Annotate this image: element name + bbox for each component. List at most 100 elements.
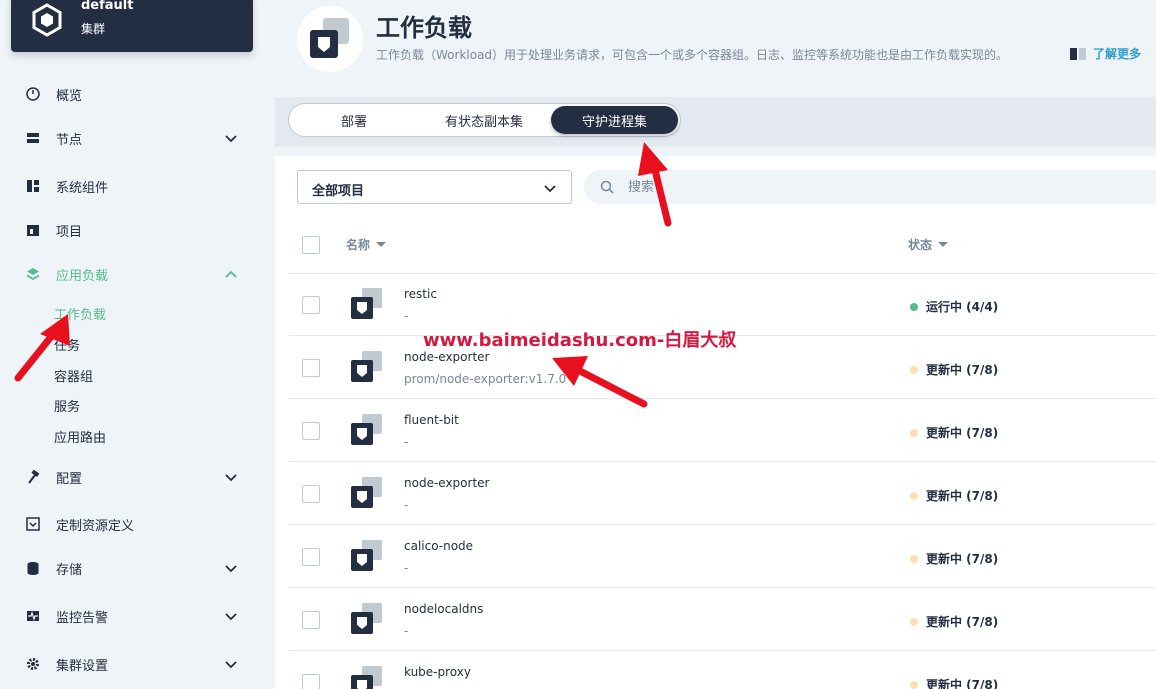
search-bar xyxy=(584,170,1156,204)
project-select[interactable]: 全部项目 xyxy=(297,170,572,204)
status-text: 更新中 (7/8) xyxy=(926,426,999,440)
workload-name-link[interactable]: fluent-bit xyxy=(404,413,459,427)
tab-statefulsets[interactable]: 有状态副本集 xyxy=(419,106,549,134)
sidebar-item-crd[interactable]: 定制资源定义 xyxy=(0,508,274,540)
page-title: 工作负载 xyxy=(376,14,472,42)
workload-image: - xyxy=(404,309,409,323)
sidebar-item-workloads[interactable]: 应用负载 xyxy=(0,258,274,290)
row-checkbox[interactable] xyxy=(302,611,320,629)
workload-name-link[interactable]: kube-proxy xyxy=(404,665,471,679)
status-text: 更新中 (7/8) xyxy=(926,615,999,629)
layers-icon xyxy=(27,268,39,280)
cluster-card[interactable]: default 集群 xyxy=(11,0,253,52)
status-dot-icon xyxy=(910,491,918,500)
table-row[interactable]: kube-proxy 更新中 (7/8) xyxy=(289,652,1156,689)
tab-deployments[interactable]: 部署 xyxy=(291,106,417,134)
sidebar-item-cluster-settings[interactable]: 集群设置 xyxy=(0,648,274,680)
status-dot-icon xyxy=(910,617,918,626)
table-header: 名称 状态 xyxy=(289,216,1156,274)
watermark-text: www.baimeidashu.com-白眉大叔 xyxy=(423,330,737,351)
project-icon xyxy=(27,225,39,236)
status-text: 更新中 (7/8) xyxy=(926,678,999,689)
workload-image: - xyxy=(404,624,409,638)
sidebar-item-label: 集群设置 xyxy=(56,659,109,674)
status-dot-icon xyxy=(910,428,918,437)
gear-icon xyxy=(27,658,39,670)
status-text: 更新中 (7/8) xyxy=(926,489,999,503)
status-dot-icon xyxy=(910,680,918,689)
sidebar-item-nodes[interactable]: 节点 xyxy=(0,122,274,154)
sidebar-item-config[interactable]: 配置 xyxy=(0,461,274,493)
workload-badge xyxy=(297,6,363,72)
hammer-icon xyxy=(28,470,40,484)
workload-icon xyxy=(351,288,382,319)
sidebar-subitem-jobs[interactable]: 任务 xyxy=(54,335,80,354)
workload-name-link[interactable]: node-exporter xyxy=(404,350,489,364)
sidebar-item-label: 定制资源定义 xyxy=(56,519,135,534)
workload-icon xyxy=(351,351,382,382)
workload-icon xyxy=(351,414,382,445)
sidebar-item-label: 配置 xyxy=(56,472,83,487)
sidebar-subitem-workloads[interactable]: 工作负载 xyxy=(54,304,106,323)
tab-daemonsets[interactable]: 守护进程集 xyxy=(551,106,678,134)
row-checkbox[interactable] xyxy=(302,485,320,503)
sidebar-subitem-pods[interactable]: 容器组 xyxy=(54,366,93,385)
tabs-bar: 部署 有状态副本集 守护进程集 xyxy=(275,97,1156,147)
row-checkbox[interactable] xyxy=(302,359,320,377)
sort-caret-icon xyxy=(376,242,387,247)
status-badge: 更新中 (7/8) xyxy=(910,613,998,630)
select-all-checkbox[interactable] xyxy=(302,236,320,254)
status-dot-icon xyxy=(910,302,918,311)
status-text: 更新中 (7/8) xyxy=(926,552,999,566)
sidebar-item-components[interactable]: 系统组件 xyxy=(0,170,274,202)
column-status-label: 状态 xyxy=(908,238,933,252)
workload-image: - xyxy=(404,561,409,575)
workload-name-link[interactable]: node-exporter xyxy=(404,476,489,490)
workload-name-link[interactable]: calico-node xyxy=(404,539,473,553)
sidebar-subitem-ingress[interactable]: 应用路由 xyxy=(54,427,106,446)
column-status-header[interactable]: 状态 xyxy=(908,236,949,253)
workload-image: prom/node-exporter:v1.7.0 xyxy=(404,372,567,386)
row-checkbox[interactable] xyxy=(302,548,320,566)
table-row[interactable]: calico-node - 更新中 (7/8) xyxy=(289,526,1156,588)
table-row[interactable]: nodelocaldns - 更新中 (7/8) xyxy=(289,589,1156,651)
workload-icon xyxy=(310,18,349,58)
monitor-icon xyxy=(27,611,39,621)
sidebar-item-label: 项目 xyxy=(56,225,83,240)
learn-more-link[interactable]: 了解更多 xyxy=(1069,45,1141,62)
sidebar-item-projects[interactable]: 项目 xyxy=(0,214,274,246)
search-icon xyxy=(600,180,614,194)
table-row[interactable]: fluent-bit - 更新中 (7/8) xyxy=(289,400,1156,462)
learn-more-label: 了解更多 xyxy=(1093,47,1142,61)
sort-caret-icon xyxy=(938,242,949,247)
sidebar-item-storage[interactable]: 存储 xyxy=(0,552,274,584)
chevron-down-icon xyxy=(544,185,556,193)
chevron-down-icon xyxy=(225,661,237,669)
workload-type-tabs: 部署 有状态副本集 守护进程集 xyxy=(288,103,681,137)
row-checkbox[interactable] xyxy=(302,422,320,440)
sidebar-item-monitoring[interactable]: 监控告警 xyxy=(0,600,274,632)
toolbar: 全部项目 xyxy=(275,156,1156,216)
status-badge: 运行中 (4/4) xyxy=(910,298,998,315)
chevron-down-icon xyxy=(225,613,237,621)
page-description: 工作负载（Workload）用于处理业务请求，可包含一个或多个容器组。日志、监控… xyxy=(376,48,1009,62)
table-row[interactable]: node-exporter - 更新中 (7/8) xyxy=(289,463,1156,525)
row-checkbox[interactable] xyxy=(302,296,320,314)
book-icon xyxy=(1070,47,1086,60)
workload-icon xyxy=(351,540,382,571)
workload-image: - xyxy=(404,498,409,512)
search-input[interactable] xyxy=(628,177,1128,197)
workload-name-link[interactable]: nodelocaldns xyxy=(404,602,483,616)
column-name-label: 名称 xyxy=(346,238,371,252)
database-icon xyxy=(27,562,39,575)
column-name-header[interactable]: 名称 xyxy=(346,236,387,253)
crd-icon xyxy=(26,517,40,531)
dashboard-icon xyxy=(26,87,40,101)
components-icon xyxy=(27,180,39,192)
sidebar-item-overview[interactable]: 概览 xyxy=(0,78,274,110)
workload-name-link[interactable]: restic xyxy=(404,287,437,301)
status-dot-icon xyxy=(910,554,918,563)
sidebar-subitem-services[interactable]: 服务 xyxy=(54,396,80,415)
workload-icon xyxy=(351,477,382,508)
row-checkbox[interactable] xyxy=(302,674,320,689)
